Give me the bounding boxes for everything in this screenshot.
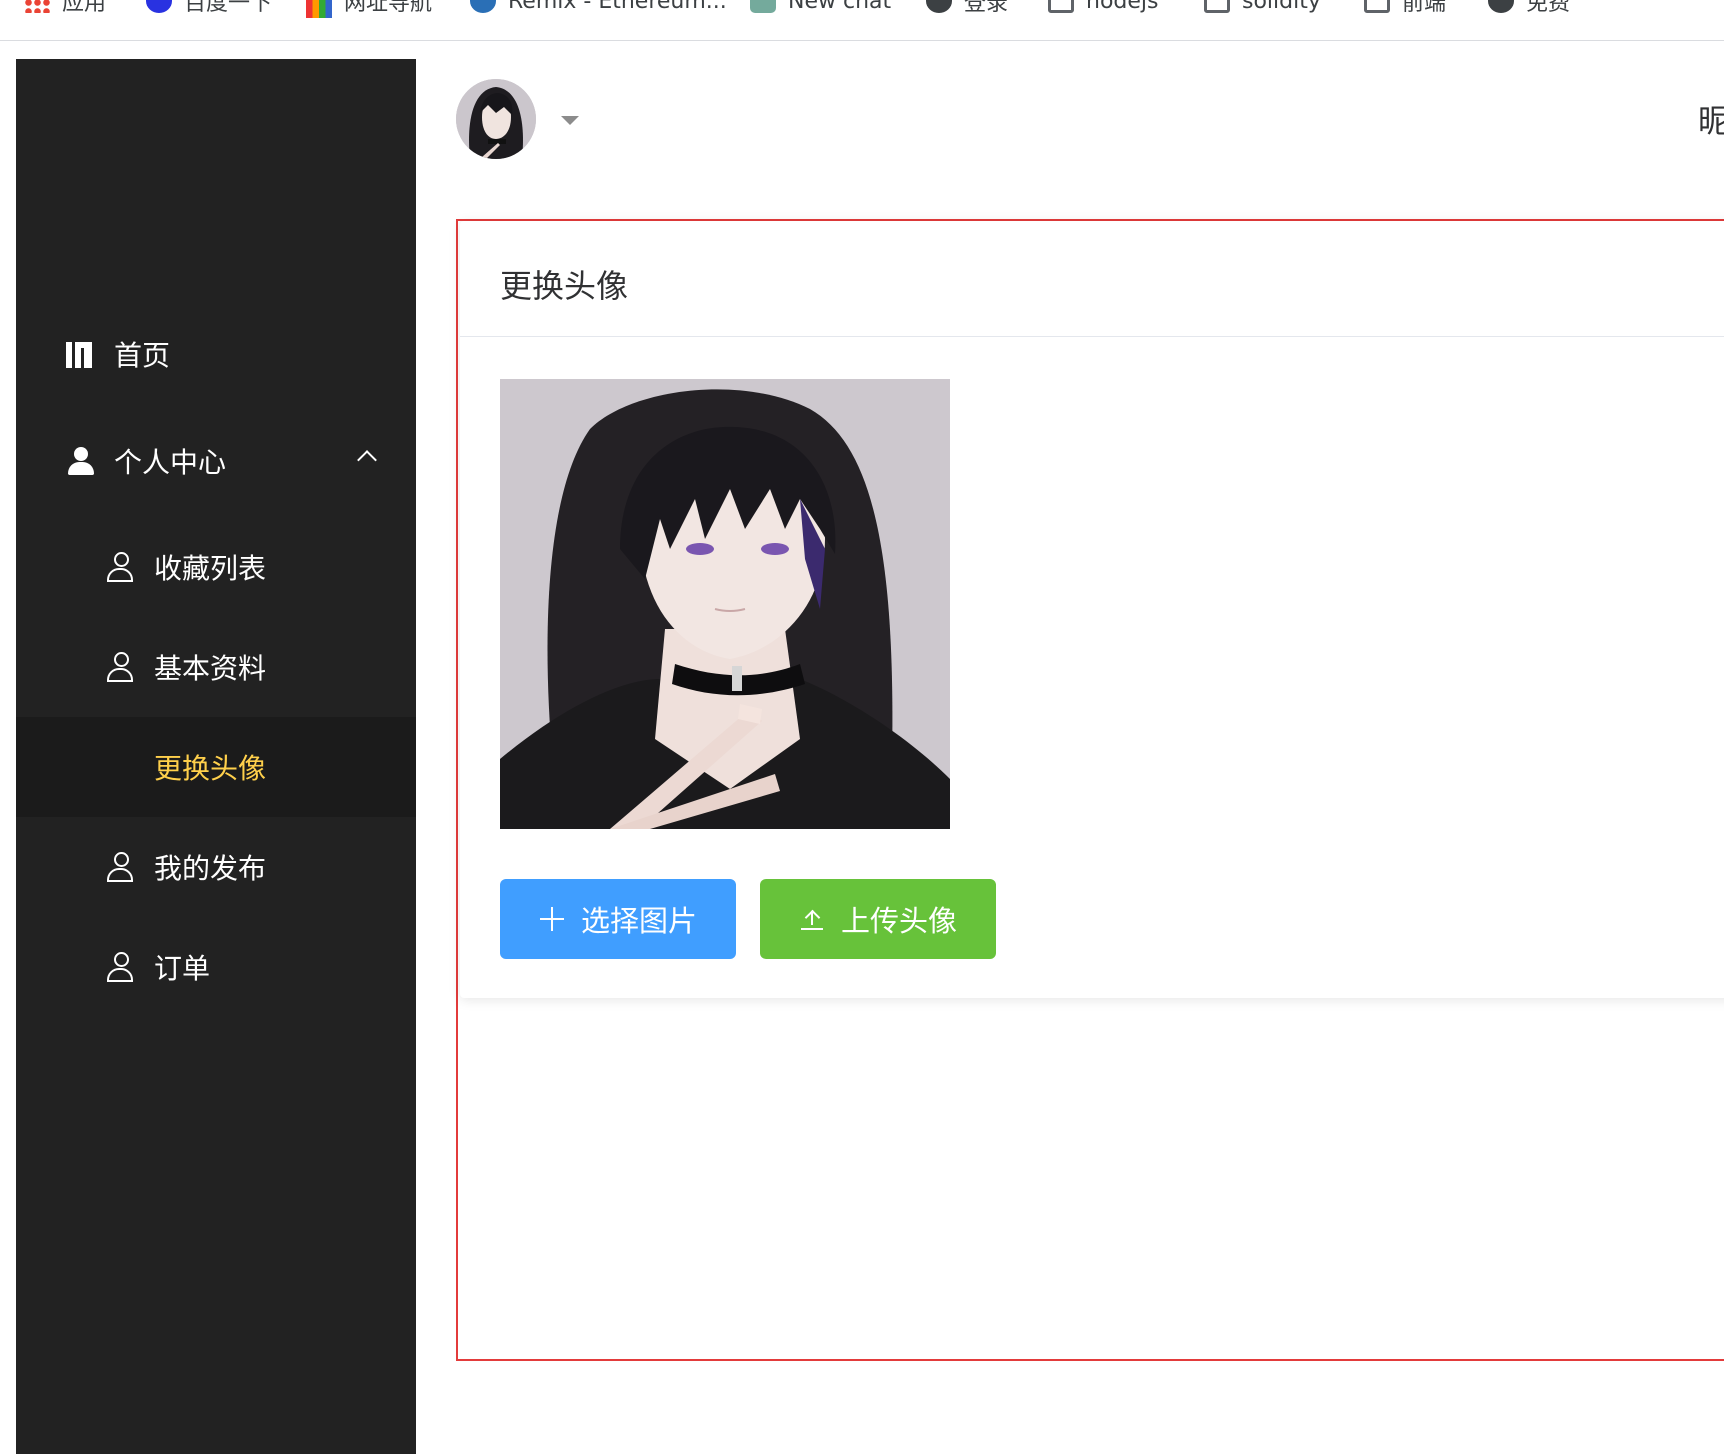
baidu-icon [146,0,172,13]
sidebar: 首页 个人中心 收藏列表 基本资料 更换头像 我的发布 订单 [16,59,416,1454]
sidebar-item-label: 基本资料 [154,652,267,685]
sidebar-item-orders[interactable]: 订单 [16,917,416,1017]
chatgpt-icon [750,0,776,13]
bookmark-remix[interactable]: Remix - Ethereum... [470,0,727,16]
folder-icon [1048,0,1074,13]
remix-icon [470,0,496,13]
bookmark-nodejs[interactable]: nodejs [1048,0,1158,16]
avatar-image [456,79,536,159]
apps-icon [24,0,50,13]
bookmarks-bar: 应用 百度一下 网址导航 Remix - Ethereum... New cha… [0,0,1724,41]
sidebar-item-label: 首页 [114,339,171,372]
sidebar-item-personal-center[interactable]: 个人中心 [16,411,416,511]
book-icon [66,339,96,369]
plus-icon [539,906,565,932]
sidebar-item-favorites[interactable]: 收藏列表 [16,517,416,617]
user-outline-icon [106,952,136,982]
avatar-preview [500,379,950,829]
bookmark-free[interactable]: 免费 [1488,0,1570,16]
bookmark-login[interactable]: 登录 [926,0,1008,16]
avatar[interactable] [456,79,536,159]
bookmark-apps[interactable]: 应用 [24,0,106,16]
upload-icon [799,906,825,932]
sidebar-item-label: 个人中心 [114,446,227,479]
bookmark-new-chat[interactable]: New chat [750,0,891,16]
card-header: 更换头像 [460,221,1724,337]
bookmark-solidity[interactable]: solidity [1204,0,1321,16]
change-avatar-card: 更换头像 选择图片 上传头像 [460,221,1724,998]
folder-icon [1364,0,1390,13]
sidebar-item-basic-info[interactable]: 基本资料 [16,617,416,717]
sidebar-item-label: 我的发布 [154,852,267,885]
avatar-preview-image [500,379,950,829]
sidebar-item-change-avatar[interactable]: 更换头像 [16,717,416,817]
sidebar-item-home[interactable]: 首页 [16,304,416,404]
user-outline-icon [106,552,136,582]
select-image-button[interactable]: 选择图片 [500,879,736,959]
sidebar-item-my-posts[interactable]: 我的发布 [16,817,416,917]
chevron-up-icon [357,450,377,470]
bookmark-2345[interactable]: 网址导航 [306,0,432,18]
nickname-label: 昵 [1698,102,1724,140]
2345-icon [306,0,332,18]
upload-avatar-button[interactable]: 上传头像 [760,879,996,959]
card-title: 更换头像 [500,267,629,305]
avatar-dropdown-caret-icon[interactable] [561,116,579,125]
globe-icon [1488,0,1514,13]
user-outline-icon [106,652,136,682]
user-outline-icon [106,852,136,882]
sidebar-item-label: 订单 [154,952,211,985]
globe-icon [926,0,952,13]
sidebar-item-label: 收藏列表 [154,552,267,585]
user-icon [66,446,96,476]
folder-icon [1204,0,1230,13]
sidebar-item-label: 更换头像 [154,752,267,785]
bookmark-frontend[interactable]: 前端 [1364,0,1446,16]
bookmark-baidu[interactable]: 百度一下 [146,0,272,16]
